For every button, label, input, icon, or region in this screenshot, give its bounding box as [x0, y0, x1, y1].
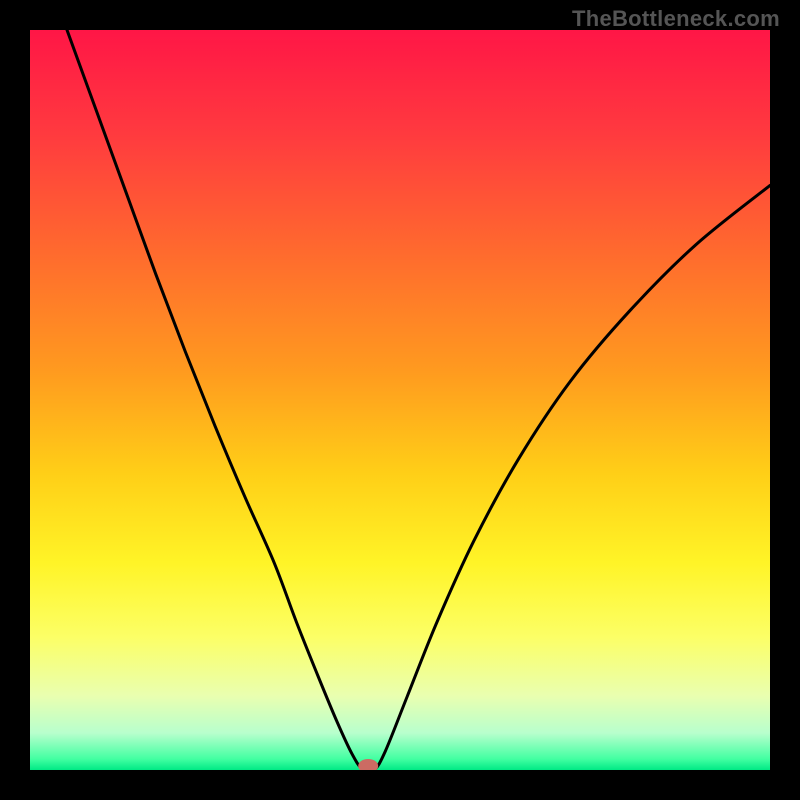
chart-root: TheBottleneck.com: [0, 0, 800, 800]
watermark-text: TheBottleneck.com: [572, 6, 780, 32]
optimum-marker: [358, 759, 378, 770]
bottleneck-curve: [67, 30, 770, 770]
plot-area: [30, 30, 770, 770]
curve-layer: [30, 30, 770, 770]
